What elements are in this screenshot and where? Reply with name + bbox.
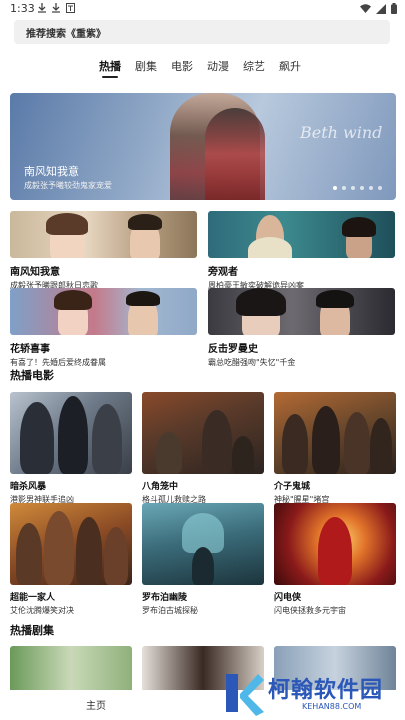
movie-subtitle: 闪电侠拯救多元宇宙 <box>274 606 346 615</box>
pagination-dot[interactable] <box>369 186 373 190</box>
featured-thumbnail <box>10 211 197 258</box>
wifi-icon <box>360 4 371 13</box>
featured-title: 反击罗曼史 <box>208 344 258 355</box>
movie-card[interactable]: 罗布泊幽陵 罗布泊古城探秘 <box>142 503 264 616</box>
text-icon <box>66 3 75 13</box>
signal-icon <box>376 3 386 14</box>
download-icon <box>52 3 60 13</box>
tab-rising[interactable]: 飙升 <box>272 58 308 74</box>
featured-card[interactable]: 南风知我意 成毅张予曦跟郎秋日恋歌 <box>10 211 197 291</box>
featured-subtitle: 霸总吃醋强吻"失忆"千金 <box>208 358 296 367</box>
movie-poster <box>142 392 264 474</box>
featured-thumbnail <box>208 288 395 335</box>
pagination-dot[interactable] <box>360 186 364 190</box>
banner-title: 南风知我意 <box>24 165 79 178</box>
tab-hot[interactable]: 热播 <box>92 58 128 78</box>
battery-icon <box>391 3 397 14</box>
featured-thumbnail <box>208 211 395 258</box>
pagination-dot[interactable] <box>378 186 382 190</box>
featured-title: 花轿喜事 <box>10 344 50 355</box>
movie-poster <box>274 392 396 474</box>
movie-subtitle: 罗布泊古城探秘 <box>142 606 198 615</box>
movie-card[interactable]: 暗杀风暴 港影男神联手追凶 <box>10 392 132 505</box>
tab-series[interactable]: 剧集 <box>128 58 164 74</box>
movie-poster <box>10 392 132 474</box>
hero-banner[interactable]: Beth wind 南风知我意 成毅张予曦较劲鬼家宠爱 <box>10 93 396 200</box>
status-notification-icons <box>38 3 75 13</box>
search-bar[interactable]: 推荐搜索《重紫》 <box>14 20 390 44</box>
movie-subtitle: 艾伦沈腾爆笑对决 <box>10 606 74 615</box>
movie-card[interactable]: 八角笼中 格斗孤儿救赎之路 <box>142 392 264 505</box>
watermark-url: KEHAN88.COM <box>302 702 362 711</box>
tab-movies[interactable]: 电影 <box>164 58 200 74</box>
search-placeholder: 推荐搜索《重紫》 <box>26 29 106 40</box>
watermark-name: 柯翰软件园 <box>268 678 384 703</box>
movie-title: 超能一家人 <box>10 593 56 603</box>
movie-title: 暗杀风暴 <box>10 482 47 492</box>
featured-card[interactable]: 花轿喜事 有喜了！先婚后爱终成眷属 <box>10 288 197 368</box>
section-title-series: 热播剧集 <box>10 624 54 637</box>
watermark-logo: 柯翰软件园 KEHAN88.COM <box>222 668 402 718</box>
pagination-dot[interactable] <box>333 186 337 190</box>
banner-subtitle: 成毅张予曦较劲鬼家宠爱 <box>24 181 112 190</box>
banner-script-text: Beth wind <box>300 123 383 142</box>
featured-title: 旁观者 <box>208 267 238 278</box>
pagination-dot[interactable] <box>351 186 355 190</box>
movie-title: 介子鬼城 <box>274 482 311 492</box>
movie-card[interactable]: 超能一家人 艾伦沈腾爆笑对决 <box>10 503 132 616</box>
movie-poster <box>274 503 396 585</box>
status-system-icons <box>360 3 397 14</box>
featured-card[interactable]: 旁观者 周柏豪王敏奕破解诡异凶案 <box>208 211 395 291</box>
tab-variety[interactable]: 综艺 <box>236 58 272 74</box>
movie-card[interactable]: 介子鬼城 神秘"腥星"堵宫 <box>274 392 396 505</box>
movie-title: 罗布泊幽陵 <box>142 593 188 603</box>
featured-card[interactable]: 反击罗曼史 霸总吃醋强吻"失忆"千金 <box>208 288 395 368</box>
download-icon <box>38 3 46 13</box>
movie-poster <box>142 503 264 585</box>
pagination-dot[interactable] <box>342 186 346 190</box>
banner-pagination <box>333 186 382 190</box>
featured-thumbnail <box>10 288 197 335</box>
featured-title: 南风知我意 <box>10 267 60 278</box>
banner-poster-figure <box>205 108 265 200</box>
series-thumbnail[interactable] <box>10 646 132 690</box>
movie-title: 八角笼中 <box>142 482 179 492</box>
movie-title: 闪电侠 <box>274 593 302 603</box>
nav-home[interactable]: 主页 <box>86 697 106 712</box>
category-tabs: 热播 剧集 电影 动漫 综艺 飙升 <box>92 58 308 78</box>
status-time: 1:33 <box>10 2 35 15</box>
movie-card[interactable]: 闪电侠 闪电侠拯救多元宇宙 <box>274 503 396 616</box>
k-logo-icon <box>226 674 264 716</box>
status-bar: 1:33 <box>0 0 405 18</box>
movie-poster <box>10 503 132 585</box>
tab-anime[interactable]: 动漫 <box>200 58 236 74</box>
section-title-movies: 热播电影 <box>10 369 54 382</box>
